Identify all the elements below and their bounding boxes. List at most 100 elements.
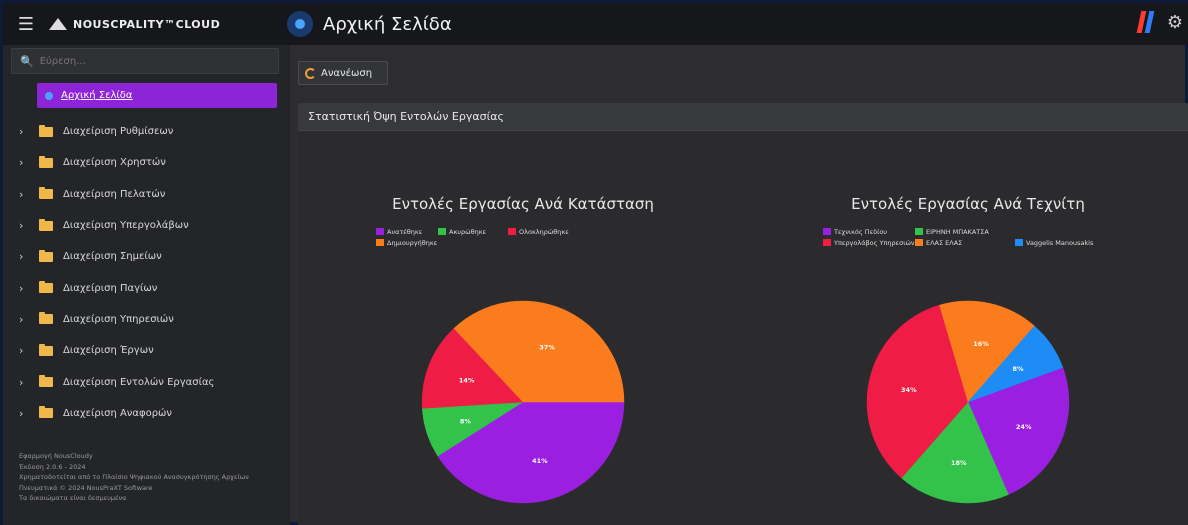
charts-canvas: Εντολές Εργασίας Ανά Κατάσταση Ανατέθηκε Α… [376,195,1094,504]
logo-mark-icon [49,18,67,30]
sidebar-item-label: Διαχείριση Υπηρεσιών [63,313,174,325]
slice-percent-label: 16% [973,340,989,348]
sidebar-item-label: Διαχείριση Σημείων [63,251,162,263]
home-dot-icon [45,91,53,100]
panel-title: Στατιστική Όψη Εντολών Εργασίας [298,103,1188,131]
folder-icon [39,375,53,388]
folder-icon [39,406,53,419]
legend-label: ΕΛΑΣ ΕΛΑΣ [926,239,962,247]
chart-title: Εντολές Εργασίας Ανά Κατάσταση [392,195,654,213]
slice-percent-label: 34% [901,386,917,394]
slice-percent-label: 14% [459,377,475,385]
footer-line: Έκδοση 2.0.6 - 2024 [19,462,86,471]
home-page-icon [287,11,313,37]
folder-icon [39,343,53,356]
refresh-label: Ανανέωση [321,67,373,79]
folder-icon [39,155,53,168]
legend-swatch [508,228,516,235]
footer-line: Χρηματοδοτείται από το Πλαίσιο Ψηφιακού … [19,473,249,481]
slice-percent-label: 8% [1012,365,1024,373]
legend-label: Ολοκληρώθηκε [519,228,569,236]
legend-label: Δημιουργήθηκε [387,239,438,247]
chevron-right-icon: › [19,406,24,420]
sidebar-item-label: Αρχική Σελίδα [61,90,133,101]
refresh-icon [305,67,316,79]
sidebar-item-label: Διαχείριση Υπεργολάβων [63,220,189,232]
folder-icon [39,312,53,325]
sidebar-item-points[interactable]: › Διαχείριση Σημείων [3,241,290,272]
legend-swatch [438,228,446,235]
slice-percent-label: 24% [1016,423,1032,431]
brand-name: NOUSCPALITY™CLOUD [73,17,221,31]
folder-icon [39,249,53,262]
sidebar-item-work-orders[interactable]: › Διαχείριση Εντολών Εργασίας [3,366,290,397]
legend-swatch [376,239,384,246]
folder-icon [39,281,53,294]
chevron-right-icon: › [19,312,24,326]
sidebar-search: 🔍 [11,48,279,74]
legend-swatch [915,228,923,235]
sidebar-footer: Εφαρμογή NousCloudy Έκδοση 2.0.6 - 2024 … [19,451,279,504]
chevron-right-icon: › [19,219,24,233]
sidebar-item-customers[interactable]: › Διαχείριση Πελατών [3,179,290,210]
sidebar-item-assets[interactable]: › Διαχείριση Παγίων [3,272,290,303]
slice-percent-label: 18% [951,459,967,467]
refresh-button[interactable]: Ανανέωση [298,61,388,85]
main-content: Ανανέωση Στατιστική Όψη Εντολών Εργασίας… [290,45,1188,525]
top-header: ☰ NOUSCPALITY™CLOUD Αρχική Σελίδα ⚙ [3,3,1188,45]
folder-icon [39,218,53,231]
slice-percent-label: 8% [460,418,472,426]
sidebar-item-label: Διαχείριση Παγίων [63,282,158,294]
sidebar-item-home[interactable]: Αρχική Σελίδα [37,83,277,108]
chevron-right-icon: › [19,281,24,295]
brand-logo[interactable]: NOUSCPALITY™CLOUD [49,18,281,31]
search-input[interactable] [39,55,260,67]
legend-swatch [915,239,923,246]
chevron-right-icon: › [19,156,24,170]
search-icon: 🔍 [20,54,34,68]
page-title: Αρχική Σελίδα [323,13,452,35]
menu-icon[interactable]: ☰ [3,3,49,45]
settings-gear-icon[interactable]: ⚙ [1167,12,1183,33]
brand-stripes-icon [1136,11,1155,33]
legend-swatch [823,228,831,235]
stats-panel: Στατιστική Όψη Εντολών Εργασίας Εντολές … [298,103,1188,525]
sidebar-item-label: Διαχείριση Ρυθμίσεων [63,126,174,138]
sidebar-item-subcontractors[interactable]: › Διαχείριση Υπεργολάβων [3,210,290,241]
slice-percent-label: 41% [532,457,548,465]
sidebar-item-reports[interactable]: › Διαχείριση Αναφορών [3,398,290,429]
folder-icon [39,124,53,137]
sidebar: 🔍 Αρχική Σελίδα › Διαχείριση Ρυθμίσεων ›… [3,45,290,525]
legend-swatch [376,228,384,235]
footer-line: Εφαρμογή NousCloudy [19,452,93,460]
footer-line: Τα δικαιώματα είναι δεσμευμένα [19,494,127,502]
chevron-right-icon: › [19,250,24,264]
header-actions: ⚙ [1136,11,1183,33]
sidebar-item-label: Διαχείριση Αναφορών [63,407,173,419]
sidebar-item-label: Διαχείριση Χρηστών [63,157,166,169]
legend-label: Τεχνικός Πεδίου [833,228,887,236]
sidebar-item-projects[interactable]: › Διαχείριση Έργων [3,335,290,366]
sidebar-item-label: Διαχείριση Έργων [63,345,154,357]
chart-title: Εντολές Εργασίας Ανά Τεχνίτη [851,195,1085,213]
legend-swatch [1015,239,1023,246]
sidebar-item-services[interactable]: › Διαχείριση Υπηρεσιών [3,304,290,335]
panel-body: Εντολές Εργασίας Ανά Κατάσταση Ανατέθηκε Α… [298,131,1188,525]
legend-label: Ανατέθηκε [387,228,423,236]
app-window: ☰ NOUSCPALITY™CLOUD Αρχική Σελίδα ⚙ 🔍 Αρ… [0,0,1188,525]
legend-label: Ακυρώθηκε [449,228,487,236]
legend-label: Υπεργολάβος Υπηρεσιών [833,239,915,247]
legend-label: Vaggelis Manousakis [1026,239,1094,247]
legend-swatch [823,239,831,246]
sidebar-item-users[interactable]: › Διαχείριση Χρηστών [3,147,290,178]
sidebar-item-label: Διαχείριση Πελατών [63,188,166,200]
folder-icon [39,187,53,200]
chevron-right-icon: › [19,125,24,139]
sidebar-nav: › Διαχείριση Ρυθμίσεων › Διαχείριση Χρησ… [3,116,290,429]
sidebar-item-label: Διαχείριση Εντολών Εργασίας [63,376,215,388]
sidebar-item-settings[interactable]: › Διαχείριση Ρυθμίσεων [3,116,290,147]
chevron-right-icon: › [19,187,24,201]
legend-label: ΕΙΡΗΝΗ ΜΠΑΚΑΤΣΑ [926,228,989,236]
chevron-right-icon: › [19,344,24,358]
slice-percent-label: 37% [539,343,555,351]
